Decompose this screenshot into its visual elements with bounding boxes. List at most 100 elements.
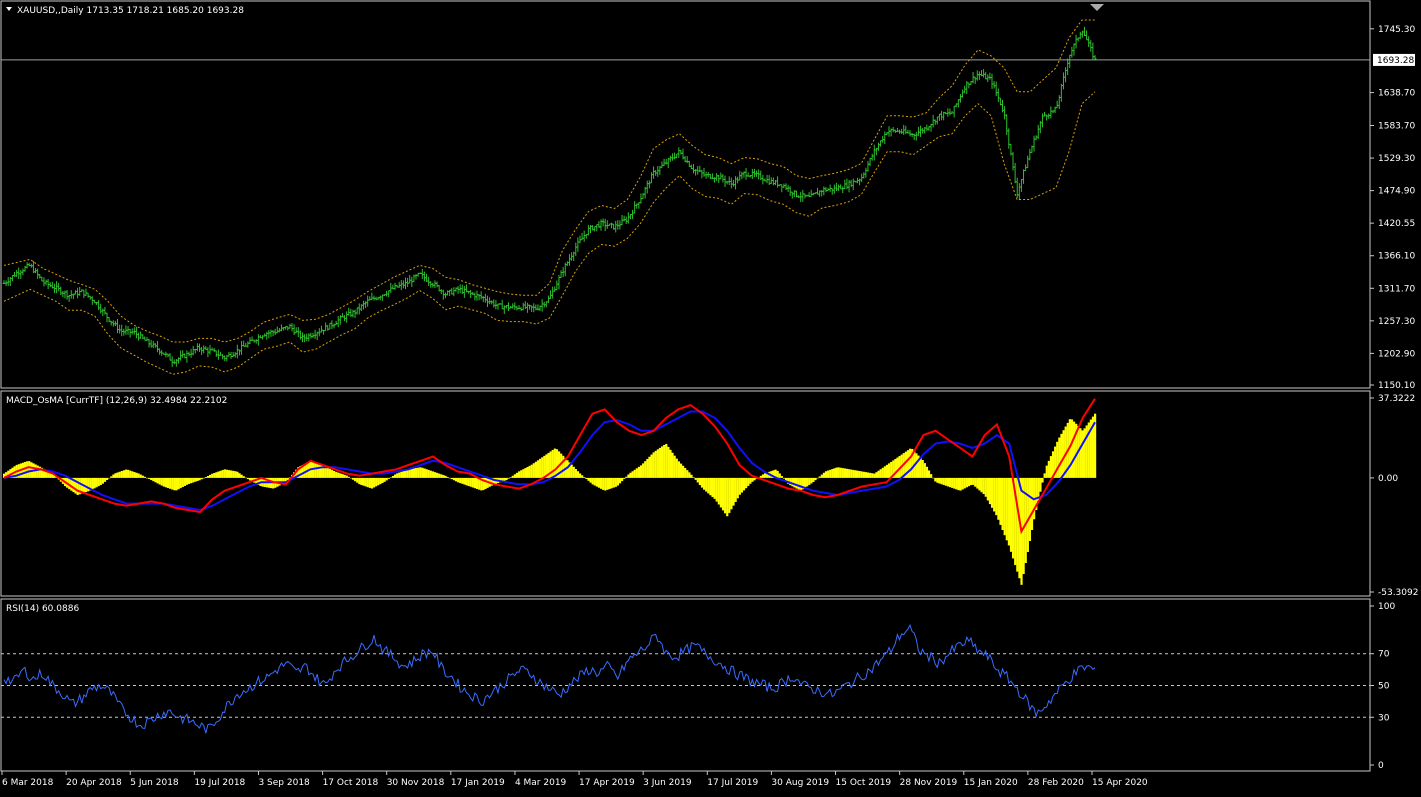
histogram-bar xyxy=(681,465,685,478)
histogram-bar xyxy=(684,467,687,478)
histogram-bar xyxy=(198,477,201,481)
histogram-bar xyxy=(852,469,855,478)
histogram-bar xyxy=(408,469,411,478)
time-tick-label: 30 Nov 2018 xyxy=(387,778,445,788)
histogram-bar xyxy=(190,477,193,484)
histogram-bar xyxy=(887,463,891,478)
histogram-bar xyxy=(984,477,987,497)
histogram-bar xyxy=(1060,433,1063,478)
histogram-bar xyxy=(26,461,29,478)
histogram-bar xyxy=(921,459,924,478)
histogram-bar xyxy=(860,471,863,478)
histogram-bar xyxy=(341,474,344,478)
histogram-bar xyxy=(618,477,622,484)
histogram-bar xyxy=(515,472,519,478)
histogram-bar xyxy=(1028,477,1032,541)
histogram-bar xyxy=(629,472,632,478)
histogram-bar xyxy=(885,464,889,478)
histogram-bar xyxy=(110,476,113,478)
histogram-bar xyxy=(87,477,90,492)
histogram-bar xyxy=(204,477,208,478)
histogram-bar xyxy=(703,477,706,490)
macd-tick-label: 37.3222 xyxy=(1378,394,1415,404)
histogram-bar xyxy=(131,471,134,478)
histogram-bar xyxy=(179,477,182,489)
histogram-bar xyxy=(616,477,620,486)
histogram-bar xyxy=(955,477,958,490)
histogram-bar xyxy=(505,477,508,481)
histogram-bar xyxy=(175,477,178,491)
histogram-bar xyxy=(961,477,964,490)
histogram-bar xyxy=(135,472,138,478)
histogram-bar xyxy=(831,469,834,478)
price-header-text: XAUUSD,,Daily 1713.35 1718.21 1685.20 16… xyxy=(17,6,244,16)
time-tick-label: 17 Oct 2018 xyxy=(323,778,379,788)
histogram-bar xyxy=(957,477,960,491)
histogram-bar xyxy=(610,477,613,489)
time-tick-label: 19 Jul 2018 xyxy=(194,778,245,788)
histogram-bar xyxy=(612,477,615,488)
price-tick-label: 1474.90 xyxy=(1378,187,1415,197)
histogram-bar xyxy=(347,476,350,478)
histogram-bar xyxy=(93,477,96,489)
histogram-bar xyxy=(967,477,971,487)
histogram-bar xyxy=(459,477,462,484)
histogram-bar xyxy=(669,449,672,478)
histogram-bar xyxy=(711,477,714,498)
time-tick-label: 17 Jul 2019 xyxy=(707,778,758,788)
histogram-bar xyxy=(543,455,546,478)
histogram-bar xyxy=(799,477,802,491)
histogram-bar xyxy=(314,462,317,478)
price-tick-label: 1638.70 xyxy=(1378,89,1415,99)
histogram-bar xyxy=(726,477,729,517)
histogram-bar xyxy=(372,477,376,488)
histogram-bar xyxy=(850,469,853,478)
histogram-bar xyxy=(541,457,544,478)
histogram-bar xyxy=(446,476,449,478)
histogram-bar xyxy=(539,458,542,478)
histogram-bar xyxy=(824,471,828,478)
histogram-bar xyxy=(145,477,149,479)
histogram-bar xyxy=(427,469,430,478)
histogram-bar xyxy=(637,466,641,478)
histogram-bar xyxy=(780,476,783,478)
histogram-bar xyxy=(103,477,107,482)
histogram-bar xyxy=(351,477,355,480)
histogram-bar xyxy=(461,477,464,484)
histogram-bar xyxy=(883,466,886,478)
histogram-bar xyxy=(520,470,523,478)
time-tick-label: 30 Aug 2019 xyxy=(771,778,829,788)
macd-tick-label: -53.3092 xyxy=(1378,588,1418,598)
histogram-bar xyxy=(24,461,27,478)
histogram-bar xyxy=(688,472,691,478)
histogram-bar xyxy=(440,474,443,478)
histogram-bar xyxy=(398,472,401,478)
histogram-bar xyxy=(354,477,357,482)
histogram-bar xyxy=(1058,437,1061,478)
price-tick-label: 1529.30 xyxy=(1378,154,1415,164)
histogram-bar xyxy=(761,474,765,478)
histogram-bar xyxy=(812,477,815,482)
histogram-bar xyxy=(606,477,609,490)
histogram-bar xyxy=(362,477,365,486)
histogram-bar xyxy=(635,468,638,478)
histogram-bar xyxy=(946,477,950,487)
histogram-bar xyxy=(827,470,830,478)
histogram-bar xyxy=(875,472,878,478)
histogram-bar xyxy=(854,470,857,478)
histogram-bar xyxy=(360,477,363,485)
histogram-bar xyxy=(692,477,695,478)
histogram-bar xyxy=(219,470,222,478)
histogram-bar xyxy=(404,470,407,478)
chart-canvas[interactable]: 1745.30 1638.70 1583.70 1529.30 1474.90 1420.… xyxy=(0,0,1421,793)
histogram-bar xyxy=(574,469,577,478)
histogram-bar xyxy=(595,477,598,487)
histogram-bar xyxy=(343,474,346,478)
histogram-bar xyxy=(124,469,128,478)
histogram-bar xyxy=(425,469,428,478)
histogram-bar xyxy=(793,477,796,488)
trading-chart[interactable]: 1745.30 1638.70 1583.70 1529.30 1474.90 1420.… xyxy=(0,0,1421,793)
histogram-bar xyxy=(948,477,952,488)
histogram-bar xyxy=(379,477,382,485)
histogram-bar xyxy=(225,469,229,478)
